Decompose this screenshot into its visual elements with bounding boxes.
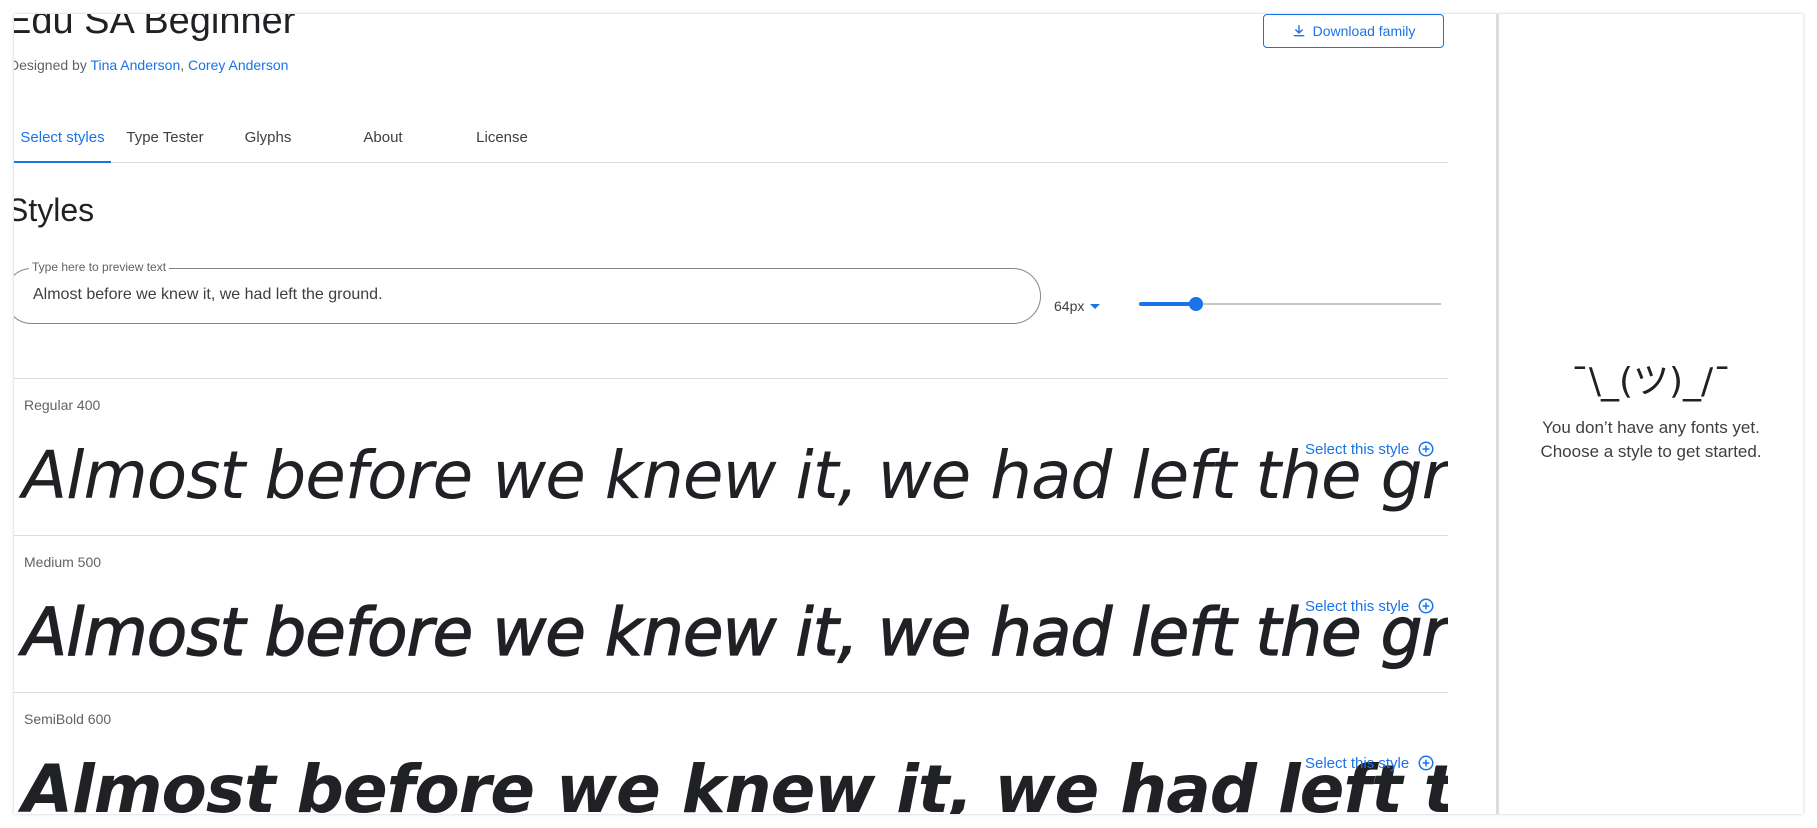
select-style-label: Select this style — [1305, 597, 1410, 615]
font-size-dropdown[interactable]: 64px — [1054, 298, 1101, 314]
add-circle-icon — [1418, 441, 1434, 457]
designer-credits: Designed by Tina Anderson, Corey Anderso… — [14, 57, 288, 73]
select-style-button[interactable]: Select this style — [1305, 597, 1435, 615]
tab-bar: Select styles Type Tester Glyphs About L… — [14, 114, 1448, 163]
tab-type-tester[interactable]: Type Tester — [115, 114, 215, 162]
app-frame: Edu SA Beginner Designed by Tina Anderso… — [14, 14, 1803, 814]
font-size-slider[interactable] — [1139, 297, 1441, 311]
main-content: Edu SA Beginner Designed by Tina Anderso… — [14, 14, 1510, 814]
tab-about[interactable]: About — [345, 114, 421, 162]
add-circle-icon — [1418, 755, 1434, 771]
select-style-label: Select this style — [1305, 440, 1410, 458]
select-style-button[interactable]: Select this style — [1305, 754, 1435, 772]
designed-by-label: Designed by — [14, 57, 91, 73]
download-family-label: Download family — [1312, 23, 1416, 39]
designer-link-corey-anderson[interactable]: Corey Anderson — [188, 57, 288, 73]
tab-license[interactable]: License — [460, 114, 544, 162]
preview-text-input[interactable] — [33, 283, 1013, 307]
preview-text-label: Type here to preview text — [29, 260, 170, 274]
preview-text-field: Type here to preview text — [14, 260, 1041, 324]
style-name: Medium 500 — [24, 554, 102, 570]
tab-select-styles[interactable]: Select styles — [14, 114, 111, 163]
caret-down-icon — [1090, 303, 1101, 309]
selected-families-panel: ¯\_(ツ)_/¯ You don’t have any fonts yet. … — [1499, 14, 1803, 814]
select-style-label: Select this style — [1305, 754, 1410, 772]
style-name: SemiBold 600 — [24, 711, 112, 727]
font-family-title: Edu SA Beginner — [14, 14, 296, 42]
select-style-button[interactable]: Select this style — [1305, 440, 1435, 458]
add-circle-icon — [1418, 598, 1434, 614]
shrug-emoticon: ¯\_(ツ)_/¯ — [1570, 361, 1732, 402]
slider-fill — [1139, 302, 1197, 306]
style-sample-text: Almost before we knew it, we had left th… — [22, 437, 1448, 514]
designer-link-tina-anderson[interactable]: Tina Anderson — [90, 57, 180, 73]
slider-thumb[interactable] — [1189, 297, 1204, 311]
style-row-regular-400: Regular 400 Almost before we knew it, we… — [14, 378, 1448, 536]
font-size-value: 64px — [1054, 298, 1085, 314]
download-family-button[interactable]: Download family — [1263, 14, 1444, 48]
styles-heading: Styles — [14, 192, 95, 228]
designer-separator: , — [180, 57, 189, 73]
style-sample-text: Almost before we knew it, we had left th… — [21, 593, 1448, 671]
empty-state-line-1: You don’t have any fonts yet. — [1542, 418, 1760, 437]
style-row-medium-500: Medium 500 Almost before we knew it, we … — [14, 535, 1448, 693]
tab-glyphs[interactable]: Glyphs — [224, 114, 312, 162]
empty-state-line-2: Choose a style to get started. — [1540, 442, 1762, 461]
style-row-semibold-600: SemiBold 600 Almost before we knew it, w… — [14, 692, 1448, 814]
style-name: Regular 400 — [24, 397, 101, 413]
download-icon — [1293, 25, 1305, 37]
style-sample-text: Almost before we knew it, we had left th… — [22, 751, 1448, 814]
